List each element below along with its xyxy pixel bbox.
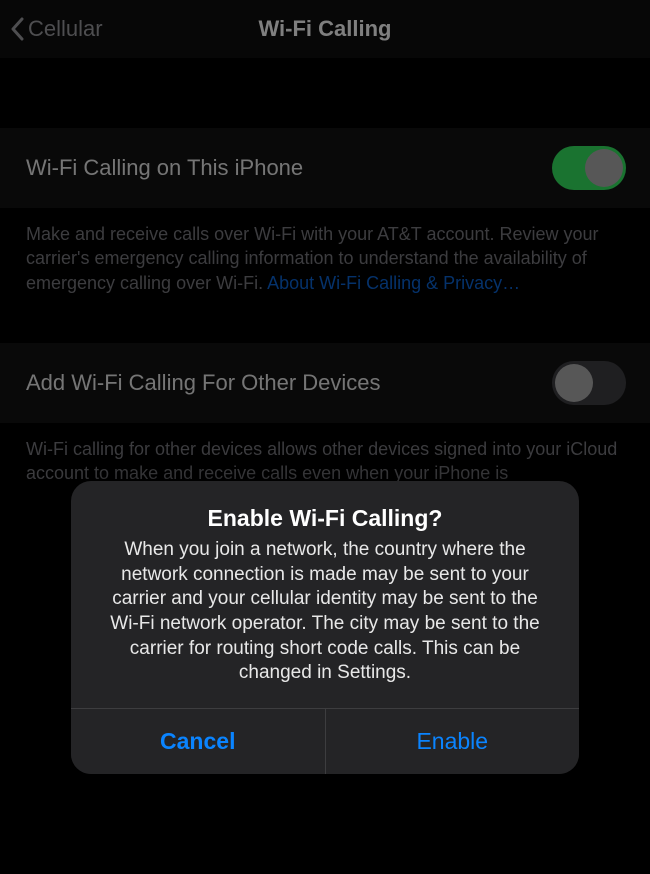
enable-wifi-calling-alert: Enable Wi-Fi Calling? When you join a ne… xyxy=(71,481,579,774)
enable-button[interactable]: Enable xyxy=(326,709,580,774)
alert-body: Enable Wi-Fi Calling? When you join a ne… xyxy=(71,481,579,708)
alert-buttons: Cancel Enable xyxy=(71,708,579,774)
alert-message: When you join a network, the country whe… xyxy=(99,538,551,686)
cancel-button[interactable]: Cancel xyxy=(71,709,326,774)
alert-title: Enable Wi-Fi Calling? xyxy=(99,505,551,532)
